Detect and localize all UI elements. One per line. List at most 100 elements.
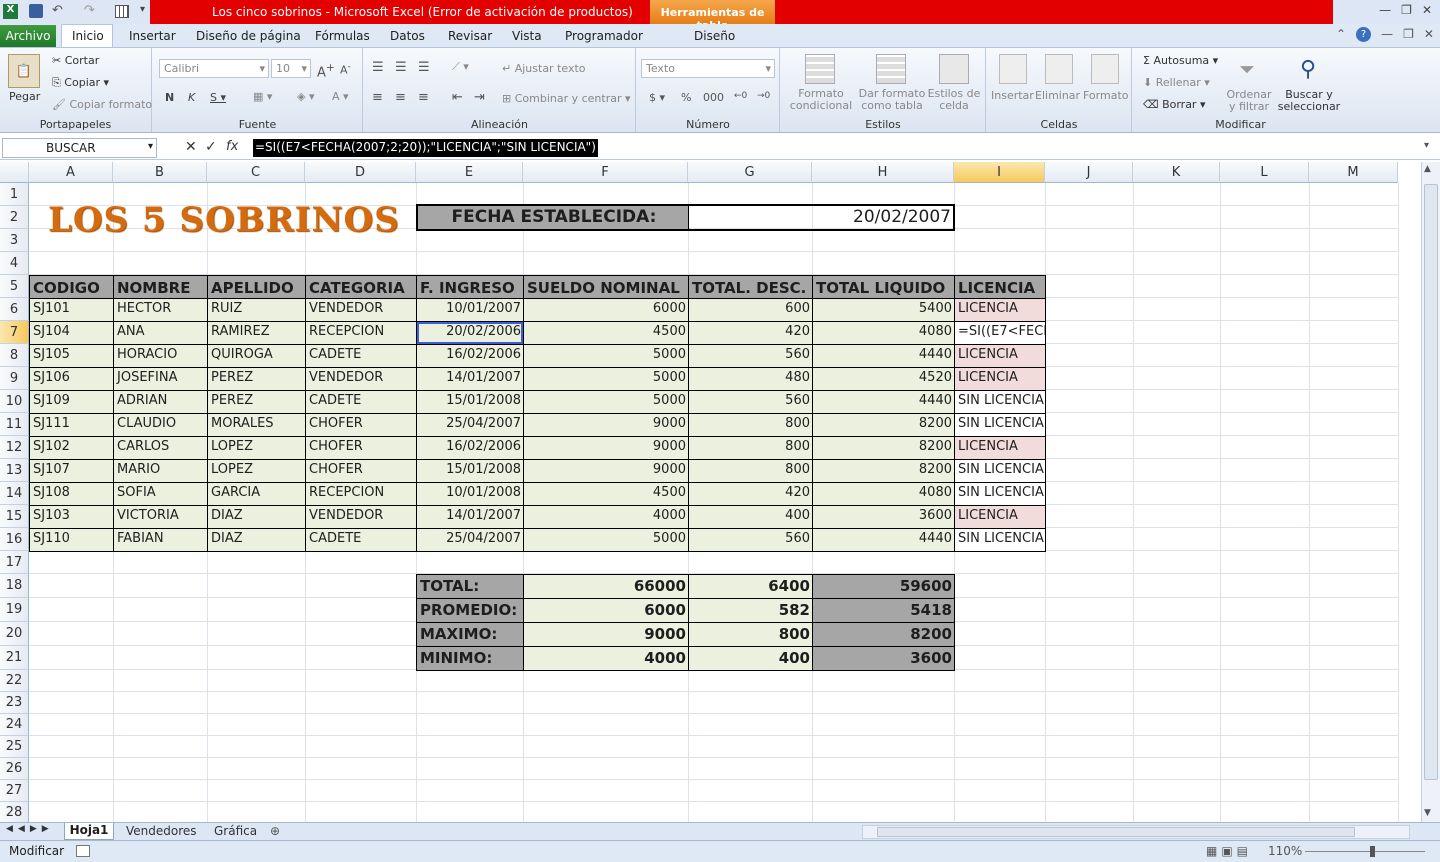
clear-button[interactable]: ⌫ Borrar ▾ — [1143, 98, 1206, 111]
table-icon[interactable] — [115, 5, 129, 18]
sheet-tab-hoja1[interactable]: Hoja1 — [64, 823, 114, 840]
column-header-m[interactable]: M — [1309, 162, 1398, 183]
summary-label[interactable]: PROMEDIO: — [416, 598, 524, 623]
grow-font-icon[interactable]: A+ — [317, 61, 335, 80]
licencia-cell[interactable]: SIN LICENCIA — [954, 390, 1046, 414]
table-cell[interactable]: 560 — [688, 390, 813, 414]
table-cell[interactable]: 4440 — [812, 344, 955, 368]
summary-value[interactable]: 582 — [688, 598, 813, 623]
table-cell[interactable]: 15/01/2008 — [416, 459, 524, 483]
font-color-icon[interactable]: A ▾ — [332, 90, 349, 103]
table-header-cell[interactable]: F. INGRESO — [416, 275, 524, 299]
paste-icon[interactable]: 📋 — [8, 54, 40, 88]
macro-record-icon[interactable] — [76, 845, 90, 857]
table-cell[interactable]: CHOFER — [305, 436, 417, 460]
selected-cell-e7[interactable]: 20/02/2006 — [416, 321, 524, 345]
fill-color-icon[interactable]: ◈ ▾ — [297, 90, 314, 103]
column-header-j[interactable]: J — [1045, 162, 1133, 183]
copy-button[interactable]: ⎘ Copiar ▾ — [52, 76, 109, 90]
paste-label[interactable]: Pegar — [9, 90, 40, 103]
help-icon[interactable]: ? — [1356, 27, 1372, 42]
shrink-font-icon[interactable]: A- — [340, 61, 351, 77]
table-cell[interactable]: SJ103 — [29, 505, 114, 529]
table-cell[interactable]: 560 — [688, 528, 813, 552]
licencia-cell[interactable]: LICENCIA — [954, 436, 1046, 460]
scroll-up-icon[interactable]: ▲ — [1424, 164, 1431, 174]
summary-label[interactable]: MAXIMO: — [416, 622, 524, 647]
redo-icon[interactable]: ↷ — [84, 3, 95, 18]
name-box[interactable]: BUSCAR ▾ — [2, 138, 157, 158]
row-header-13[interactable]: 13 — [0, 459, 29, 482]
tab-vista[interactable]: Vista — [512, 29, 542, 43]
minimize-icon[interactable]: — — [1379, 3, 1391, 21]
conditional-format-label[interactable]: Formato condicional — [787, 88, 855, 112]
summary-value[interactable]: 9000 — [523, 622, 689, 647]
format-as-table-icon[interactable] — [876, 54, 906, 84]
column-header-b[interactable]: B — [113, 162, 207, 183]
table-cell[interactable]: SJ110 — [29, 528, 114, 552]
table-cell[interactable]: PEREZ — [207, 367, 306, 391]
indent-decrease-icon[interactable]: ⇤ — [452, 90, 463, 105]
tab-revisar[interactable]: Revisar — [448, 29, 492, 43]
find-select-label[interactable]: Buscar y seleccionar — [1276, 89, 1342, 113]
row-header-27[interactable]: 27 — [0, 780, 29, 802]
tab-programador[interactable]: Programador — [565, 29, 643, 43]
conditional-format-icon[interactable] — [805, 54, 835, 84]
new-sheet-icon[interactable]: ⊕ — [270, 824, 280, 838]
cut-button[interactable]: ✂ Cortar — [52, 54, 99, 67]
table-cell[interactable]: GARCIA — [207, 482, 306, 506]
table-cell[interactable]: 8200 — [812, 413, 955, 437]
table-cell[interactable]: 420 — [688, 321, 813, 345]
row-header-1[interactable]: 1 — [0, 183, 29, 206]
table-cell[interactable]: 14/01/2007 — [416, 367, 524, 391]
tab-diseno-pagina[interactable]: Diseño de página — [196, 29, 301, 43]
table-cell[interactable]: 3600 — [812, 505, 955, 529]
table-cell[interactable]: HECTOR — [113, 298, 208, 322]
table-cell[interactable]: 5000 — [523, 390, 689, 414]
borders-icon[interactable]: ▦ ▾ — [253, 90, 272, 103]
align-middle-icon[interactable]: ☰ — [395, 60, 407, 75]
table-cell[interactable]: 4080 — [812, 321, 955, 345]
table-cell[interactable]: JOSEFINA — [113, 367, 208, 391]
delete-cells-label[interactable]: Eliminar — [1035, 89, 1080, 102]
format-cells-label[interactable]: Formato — [1083, 89, 1129, 102]
horizontal-scrollbar[interactable] — [862, 825, 1410, 839]
fecha-label[interactable]: FECHA ESTABLECIDA: — [416, 204, 689, 231]
licencia-cell[interactable]: LICENCIA — [954, 298, 1046, 322]
row-header-28[interactable]: 28 — [0, 802, 29, 824]
font-name-select[interactable]: Calibri ▾ — [159, 59, 269, 78]
column-header-i[interactable]: I — [954, 162, 1045, 183]
table-header-cell[interactable]: TOTAL LIQUIDO — [812, 275, 955, 299]
format-painter-button[interactable]: 🖌 Copiar formato — [52, 98, 152, 111]
doc-minimize-icon[interactable]: — — [1381, 27, 1393, 42]
table-header-cell[interactable]: APELLIDO — [207, 275, 306, 299]
autosum-button[interactable]: Σ Autosuma ▾ — [1143, 54, 1218, 67]
table-cell[interactable]: CADETE — [305, 390, 417, 414]
licencia-cell[interactable]: LICENCIA — [954, 505, 1046, 529]
table-cell[interactable]: SJ109 — [29, 390, 114, 414]
summary-label[interactable]: TOTAL: — [416, 574, 524, 599]
table-cell[interactable]: CHOFER — [305, 459, 417, 483]
table-cell[interactable]: VENDEDOR — [305, 367, 417, 391]
table-header-cell[interactable]: CODIGO — [29, 275, 114, 299]
summary-label[interactable]: MINIMO: — [416, 646, 524, 671]
table-cell[interactable]: 9000 — [523, 413, 689, 437]
table-cell[interactable]: 5000 — [523, 528, 689, 552]
row-header-20[interactable]: 20 — [0, 622, 29, 646]
table-cell[interactable]: CLAUDIO — [113, 413, 208, 437]
table-cell[interactable]: DIAZ — [207, 505, 306, 529]
column-header-e[interactable]: E — [416, 162, 523, 183]
table-cell[interactable]: CADETE — [305, 344, 417, 368]
indent-increase-icon[interactable]: ⇥ — [474, 90, 485, 105]
insert-cells-icon[interactable] — [999, 54, 1027, 84]
fill-button[interactable]: ⬇ Rellenar ▾ — [1143, 76, 1210, 89]
row-header-6[interactable]: 6 — [0, 298, 29, 321]
column-header-d[interactable]: D — [305, 162, 416, 183]
sheet-nav-icon[interactable]: ◀◀▶▶ — [6, 824, 54, 834]
row-header-16[interactable]: 16 — [0, 528, 29, 551]
hscroll-thumb[interactable] — [877, 827, 1355, 837]
delete-cells-icon[interactable] — [1045, 54, 1073, 84]
table-cell[interactable]: 6000 — [523, 298, 689, 322]
summary-value[interactable]: 5418 — [812, 598, 955, 623]
align-right-icon[interactable]: ≡ — [418, 90, 429, 105]
